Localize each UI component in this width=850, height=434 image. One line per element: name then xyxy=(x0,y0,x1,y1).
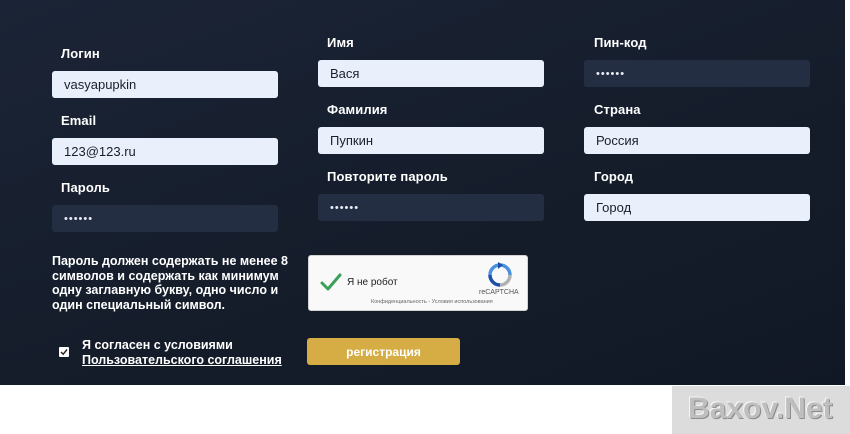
recaptcha-brand: reCAPTCHA xyxy=(479,289,519,296)
password-input[interactable]: •••••• xyxy=(52,205,278,232)
password-hint: Пароль должен содержать не менее 8 симво… xyxy=(52,254,288,312)
watermark-logo: Baxov.Net xyxy=(688,392,833,425)
last-name-input[interactable]: Пупкин xyxy=(318,127,544,154)
first-name-label: Имя xyxy=(327,35,354,50)
recaptcha-legal[interactable]: Конфиденциальность - Условия использован… xyxy=(371,299,493,305)
agree-checkbox[interactable] xyxy=(59,347,69,357)
last-name-label: Фамилия xyxy=(327,102,388,117)
password-repeat-label: Повторите пароль xyxy=(327,169,448,184)
user-agreement-link[interactable]: Пользовательского соглашения xyxy=(82,353,282,368)
login-input[interactable]: vasyapupkin xyxy=(52,71,278,98)
pin-label: Пин-код xyxy=(594,35,647,50)
recaptcha-logo-icon xyxy=(488,262,512,287)
email-input[interactable]: 123@123.ru xyxy=(52,138,278,165)
checkmark-icon[interactable] xyxy=(319,270,343,294)
registration-panel: Логин vasyapupkin Email 123@123.ru Парол… xyxy=(0,0,845,385)
city-label: Город xyxy=(594,169,634,184)
agree-text-block: Я согласен с условиями Пользовательского… xyxy=(82,338,282,367)
city-input[interactable]: Город xyxy=(584,194,810,221)
checkbox-check-icon xyxy=(60,349,68,356)
first-name-input[interactable]: Вася xyxy=(318,60,544,87)
recaptcha-widget[interactable]: Я не робот reCAPTCHA Конфиденциальность … xyxy=(308,255,528,311)
country-label: Страна xyxy=(594,102,641,117)
password-repeat-input[interactable]: •••••• xyxy=(318,194,544,221)
password-label: Пароль xyxy=(61,180,110,195)
register-button[interactable]: регистрация xyxy=(307,338,460,365)
email-label: Email xyxy=(61,113,97,128)
agree-text: Я согласен с условиями xyxy=(82,338,233,352)
country-input[interactable]: Россия xyxy=(584,127,810,154)
pin-input[interactable]: •••••• xyxy=(584,60,810,87)
login-label: Логин xyxy=(61,46,100,61)
recaptcha-label: Я не робот xyxy=(347,277,398,288)
